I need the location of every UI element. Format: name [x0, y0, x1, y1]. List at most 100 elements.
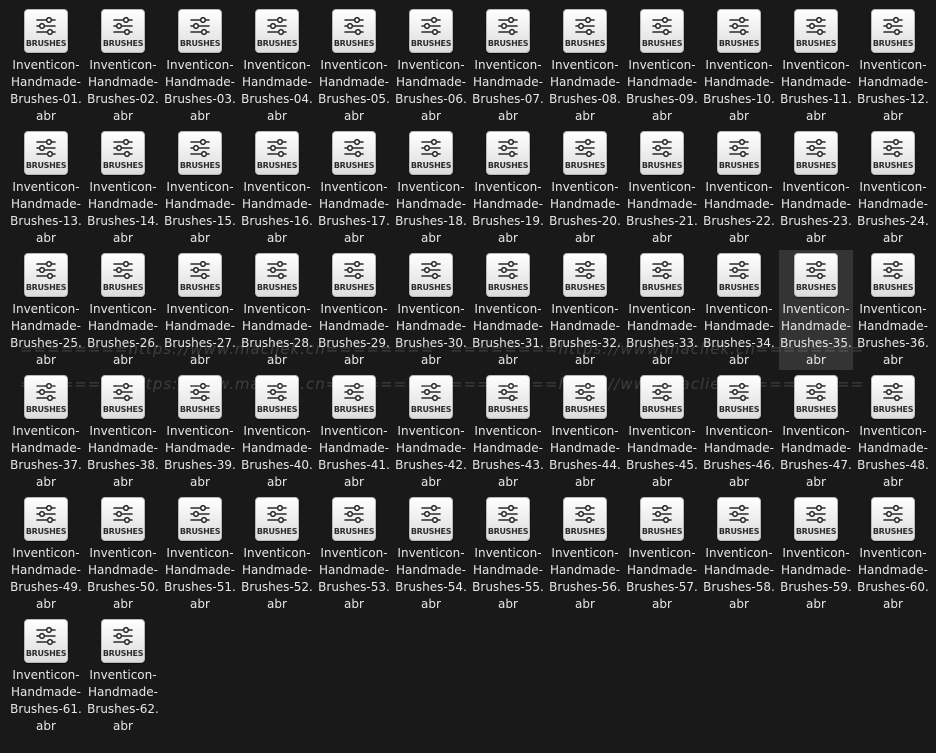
icon-badge-label: BRUSHES [179, 161, 221, 170]
file-grid: BRUSHES Inventicon-Handmade-Brushes-01.ab… [9, 6, 933, 738]
icon-badge-label: BRUSHES [25, 527, 67, 536]
sliders-icon: BRUSHES [101, 9, 145, 53]
file-item[interactable]: BRUSHES Inventicon-Handmade-Brushes-49.ab… [9, 494, 83, 614]
file-item[interactable]: BRUSHES Inventicon-Handmade-Brushes-35.ab… [779, 250, 853, 370]
file-item[interactable]: BRUSHES Inventicon-Handmade-Brushes-04.ab… [240, 6, 314, 126]
file-item[interactable]: BRUSHES Inventicon-Handmade-Brushes-55.ab… [471, 494, 545, 614]
sliders-icon: BRUSHES [178, 9, 222, 53]
file-name-label: Inventicon-Handmade-Brushes-18.abr [395, 180, 467, 245]
file-name-label: Inventicon-Handmade-Brushes-39.abr [164, 424, 236, 489]
file-name-label: Inventicon-Handmade-Brushes-52.abr [241, 546, 313, 611]
icon-badge-label: BRUSHES [102, 527, 144, 536]
icon-badge-label: BRUSHES [410, 283, 452, 292]
file-item[interactable]: BRUSHES Inventicon-Handmade-Brushes-27.ab… [163, 250, 237, 370]
file-item[interactable]: BRUSHES Inventicon-Handmade-Brushes-07.ab… [471, 6, 545, 126]
file-item[interactable]: BRUSHES Inventicon-Handmade-Brushes-12.ab… [856, 6, 930, 126]
file-item[interactable]: BRUSHES Inventicon-Handmade-Brushes-13.ab… [9, 128, 83, 248]
file-item[interactable]: BRUSHES Inventicon-Handmade-Brushes-22.ab… [702, 128, 776, 248]
file-item[interactable]: BRUSHES Inventicon-Handmade-Brushes-50.ab… [86, 494, 160, 614]
file-item[interactable]: BRUSHES Inventicon-Handmade-Brushes-59.ab… [779, 494, 853, 614]
file-item[interactable]: BRUSHES Inventicon-Handmade-Brushes-58.ab… [702, 494, 776, 614]
file-name-label: Inventicon-Handmade-Brushes-57.abr [626, 546, 698, 611]
icon-badge-label: BRUSHES [256, 161, 298, 170]
sliders-icon: BRUSHES [409, 497, 453, 541]
icon-badge-label: BRUSHES [410, 39, 452, 48]
sliders-icon: BRUSHES [409, 253, 453, 297]
sliders-icon: BRUSHES [794, 375, 838, 419]
file-item[interactable]: BRUSHES Inventicon-Handmade-Brushes-05.ab… [317, 6, 391, 126]
file-item[interactable]: BRUSHES Inventicon-Handmade-Brushes-36.ab… [856, 250, 930, 370]
file-item[interactable]: BRUSHES Inventicon-Handmade-Brushes-43.ab… [471, 372, 545, 492]
sliders-icon: BRUSHES [871, 375, 915, 419]
file-item[interactable]: BRUSHES Inventicon-Handmade-Brushes-28.ab… [240, 250, 314, 370]
file-item[interactable]: BRUSHES Inventicon-Handmade-Brushes-24.ab… [856, 128, 930, 248]
file-item[interactable]: BRUSHES Inventicon-Handmade-Brushes-20.ab… [548, 128, 622, 248]
file-item[interactable]: BRUSHES Inventicon-Handmade-Brushes-53.ab… [317, 494, 391, 614]
sliders-icon: BRUSHES [717, 9, 761, 53]
file-item[interactable]: BRUSHES Inventicon-Handmade-Brushes-41.ab… [317, 372, 391, 492]
file-name-label: Inventicon-Handmade-Brushes-51.abr [164, 546, 236, 611]
file-name-label: Inventicon-Handmade-Brushes-33.abr [626, 302, 698, 367]
file-item[interactable]: BRUSHES Inventicon-Handmade-Brushes-40.ab… [240, 372, 314, 492]
file-item[interactable]: BRUSHES Inventicon-Handmade-Brushes-60.ab… [856, 494, 930, 614]
file-item[interactable]: BRUSHES Inventicon-Handmade-Brushes-31.ab… [471, 250, 545, 370]
file-item[interactable]: BRUSHES Inventicon-Handmade-Brushes-34.ab… [702, 250, 776, 370]
file-item[interactable]: BRUSHES Inventicon-Handmade-Brushes-19.ab… [471, 128, 545, 248]
file-item[interactable]: BRUSHES Inventicon-Handmade-Brushes-17.ab… [317, 128, 391, 248]
file-item[interactable]: BRUSHES Inventicon-Handmade-Brushes-26.ab… [86, 250, 160, 370]
file-item[interactable]: BRUSHES Inventicon-Handmade-Brushes-62.ab… [86, 616, 160, 736]
file-item[interactable]: BRUSHES Inventicon-Handmade-Brushes-02.ab… [86, 6, 160, 126]
file-item[interactable]: BRUSHES Inventicon-Handmade-Brushes-61.ab… [9, 616, 83, 736]
file-name-label: Inventicon-Handmade-Brushes-56.abr [549, 546, 621, 611]
icon-badge-label: BRUSHES [564, 161, 606, 170]
file-name-label: Inventicon-Handmade-Brushes-14.abr [87, 180, 159, 245]
file-item[interactable]: BRUSHES Inventicon-Handmade-Brushes-06.ab… [394, 6, 468, 126]
file-name-label: Inventicon-Handmade-Brushes-09.abr [626, 58, 698, 123]
sliders-icon: BRUSHES [486, 253, 530, 297]
file-item[interactable]: BRUSHES Inventicon-Handmade-Brushes-29.ab… [317, 250, 391, 370]
icon-badge-label: BRUSHES [179, 405, 221, 414]
icon-badge-label: BRUSHES [410, 161, 452, 170]
file-item[interactable]: BRUSHES Inventicon-Handmade-Brushes-38.ab… [86, 372, 160, 492]
file-item[interactable]: BRUSHES Inventicon-Handmade-Brushes-03.ab… [163, 6, 237, 126]
icon-badge-label: BRUSHES [25, 405, 67, 414]
file-item[interactable]: BRUSHES Inventicon-Handmade-Brushes-11.ab… [779, 6, 853, 126]
file-item[interactable]: BRUSHES Inventicon-Handmade-Brushes-33.ab… [625, 250, 699, 370]
file-item[interactable]: BRUSHES Inventicon-Handmade-Brushes-54.ab… [394, 494, 468, 614]
file-item[interactable]: BRUSHES Inventicon-Handmade-Brushes-32.ab… [548, 250, 622, 370]
file-item[interactable]: BRUSHES Inventicon-Handmade-Brushes-15.ab… [163, 128, 237, 248]
file-item[interactable]: BRUSHES Inventicon-Handmade-Brushes-44.ab… [548, 372, 622, 492]
file-item[interactable]: BRUSHES Inventicon-Handmade-Brushes-45.ab… [625, 372, 699, 492]
file-item[interactable]: BRUSHES Inventicon-Handmade-Brushes-10.ab… [702, 6, 776, 126]
file-item[interactable]: BRUSHES Inventicon-Handmade-Brushes-42.ab… [394, 372, 468, 492]
file-item[interactable]: BRUSHES Inventicon-Handmade-Brushes-48.ab… [856, 372, 930, 492]
file-item[interactable]: BRUSHES Inventicon-Handmade-Brushes-18.ab… [394, 128, 468, 248]
file-item[interactable]: BRUSHES Inventicon-Handmade-Brushes-30.ab… [394, 250, 468, 370]
file-item[interactable]: BRUSHES Inventicon-Handmade-Brushes-14.ab… [86, 128, 160, 248]
file-item[interactable]: BRUSHES Inventicon-Handmade-Brushes-25.ab… [9, 250, 83, 370]
file-item[interactable]: BRUSHES Inventicon-Handmade-Brushes-39.ab… [163, 372, 237, 492]
file-item[interactable]: BRUSHES Inventicon-Handmade-Brushes-21.ab… [625, 128, 699, 248]
file-item[interactable]: BRUSHES Inventicon-Handmade-Brushes-51.ab… [163, 494, 237, 614]
sliders-icon: BRUSHES [486, 131, 530, 175]
file-name-label: Inventicon-Handmade-Brushes-03.abr [164, 58, 236, 123]
file-item[interactable]: BRUSHES Inventicon-Handmade-Brushes-52.ab… [240, 494, 314, 614]
icon-badge-label: BRUSHES [718, 283, 760, 292]
file-item[interactable]: BRUSHES Inventicon-Handmade-Brushes-23.ab… [779, 128, 853, 248]
sliders-icon: BRUSHES [255, 497, 299, 541]
file-item[interactable]: BRUSHES Inventicon-Handmade-Brushes-47.ab… [779, 372, 853, 492]
icon-badge-label: BRUSHES [25, 649, 67, 658]
sliders-icon: BRUSHES [178, 131, 222, 175]
file-item[interactable]: BRUSHES Inventicon-Handmade-Brushes-08.ab… [548, 6, 622, 126]
file-item[interactable]: BRUSHES Inventicon-Handmade-Brushes-37.ab… [9, 372, 83, 492]
file-name-label: Inventicon-Handmade-Brushes-10.abr [703, 58, 775, 123]
sliders-icon: BRUSHES [794, 9, 838, 53]
file-item[interactable]: BRUSHES Inventicon-Handmade-Brushes-09.ab… [625, 6, 699, 126]
file-item[interactable]: BRUSHES Inventicon-Handmade-Brushes-56.ab… [548, 494, 622, 614]
file-name-label: Inventicon-Handmade-Brushes-55.abr [472, 546, 544, 611]
icon-badge-label: BRUSHES [487, 405, 529, 414]
file-item[interactable]: BRUSHES Inventicon-Handmade-Brushes-46.ab… [702, 372, 776, 492]
file-item[interactable]: BRUSHES Inventicon-Handmade-Brushes-01.ab… [9, 6, 83, 126]
file-item[interactable]: BRUSHES Inventicon-Handmade-Brushes-57.ab… [625, 494, 699, 614]
file-item[interactable]: BRUSHES Inventicon-Handmade-Brushes-16.ab… [240, 128, 314, 248]
